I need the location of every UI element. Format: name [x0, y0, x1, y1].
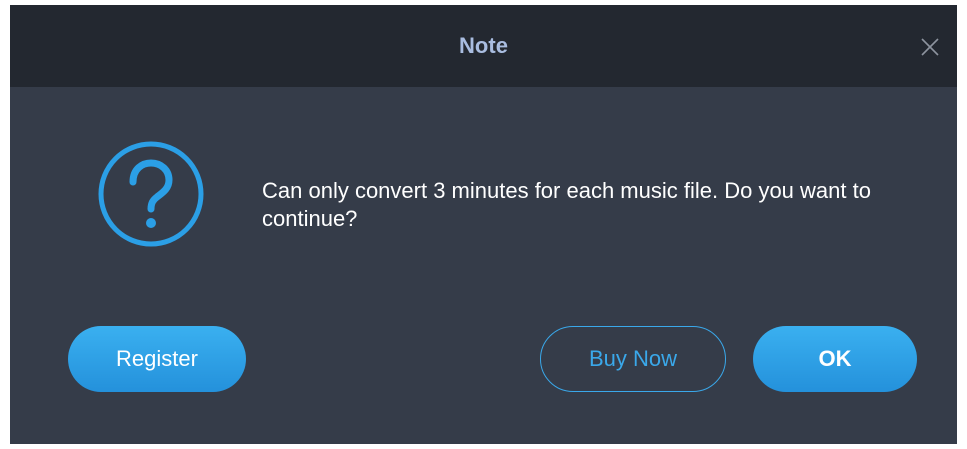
ok-button[interactable]: OK — [753, 326, 917, 392]
note-dialog: Note Can only convert 3 minutes for each… — [10, 5, 957, 444]
buy-now-button[interactable]: Buy Now — [540, 326, 726, 392]
close-icon[interactable] — [921, 38, 939, 56]
dialog-title: Note — [459, 33, 508, 58]
register-button[interactable]: Register — [68, 326, 246, 392]
dialog-message: Can only convert 3 minutes for each musi… — [262, 178, 871, 231]
question-mark-circle-icon — [96, 139, 206, 249]
title-bar: Note — [10, 5, 957, 87]
